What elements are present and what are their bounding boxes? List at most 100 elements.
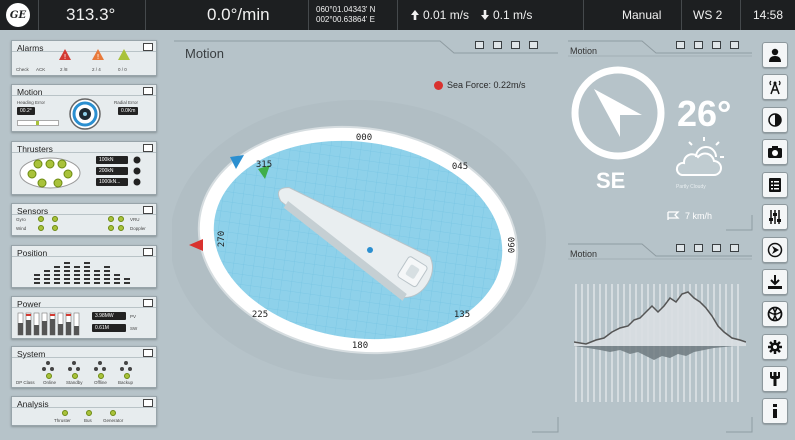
list-icon bbox=[769, 178, 781, 192]
sliders-button[interactable] bbox=[762, 204, 788, 230]
view-window-icon[interactable] bbox=[676, 41, 685, 49]
analysis-panel[interactable]: Analysis Thruster Bus Generator bbox=[11, 396, 157, 426]
panel-menu-icon[interactable] bbox=[143, 43, 153, 51]
view-record-icon[interactable] bbox=[730, 41, 739, 49]
alarms-panel[interactable]: Alarms ! ! Check ACK 2 /8 2 / 4 0 / 0 bbox=[11, 40, 157, 76]
panel-menu-icon[interactable] bbox=[143, 299, 153, 307]
ge-logo: GE bbox=[6, 3, 30, 27]
alarm-warning-icon: ! bbox=[92, 49, 104, 61]
panel-menu-icon[interactable] bbox=[143, 206, 153, 214]
sensor-status-dot bbox=[52, 225, 58, 231]
position-panel[interactable]: Position bbox=[11, 245, 157, 288]
divider bbox=[681, 0, 682, 30]
view-window-icon[interactable] bbox=[676, 244, 685, 252]
thruster-icon bbox=[767, 306, 783, 322]
view-grid-icon[interactable] bbox=[712, 244, 721, 252]
thruster-button[interactable] bbox=[762, 301, 788, 327]
download-icon bbox=[768, 275, 782, 289]
panel-view-controls bbox=[676, 41, 739, 49]
speed-down-readout: 0.1 m/s bbox=[480, 0, 532, 30]
compass-label: 090 bbox=[505, 237, 515, 253]
navigate-button[interactable] bbox=[762, 237, 788, 263]
view-image-icon[interactable] bbox=[694, 244, 703, 252]
radial-error-label: Radial Error bbox=[114, 100, 139, 105]
analysis-label: Bus bbox=[84, 418, 92, 423]
panel-menu-icon[interactable] bbox=[143, 248, 153, 256]
sw-label: SW bbox=[130, 326, 138, 331]
svg-text:!: ! bbox=[64, 53, 67, 61]
tools-button[interactable] bbox=[762, 366, 788, 392]
wrench-icon bbox=[770, 372, 780, 386]
thruster-layout-diagram bbox=[19, 157, 81, 189]
system-label: Online bbox=[43, 380, 57, 385]
sensors-panel[interactable]: Sensors Gyro Wind VRU Doppler bbox=[11, 203, 157, 236]
system-status-dot bbox=[124, 373, 130, 379]
divider bbox=[38, 0, 39, 30]
sensor-label: Doppler bbox=[130, 226, 146, 231]
settings-button[interactable] bbox=[762, 334, 788, 360]
panel-menu-icon[interactable] bbox=[143, 349, 153, 357]
vessel-compass-view[interactable]: 000 045 090 135 180 225 270 315 bbox=[172, 37, 560, 434]
alarm-label: Check bbox=[16, 67, 29, 72]
weather-panel: Motion SE 26° Partly Cloudy 7 km/h bbox=[566, 37, 754, 232]
analysis-status-dot bbox=[62, 410, 68, 416]
sensor-status-dot bbox=[118, 225, 124, 231]
panel-menu-icon[interactable] bbox=[143, 87, 153, 95]
heading-error-label: Heading Error bbox=[17, 100, 46, 105]
position-signal-bars bbox=[34, 262, 130, 284]
compass-label: 180 bbox=[352, 341, 368, 351]
view-grid-icon[interactable] bbox=[712, 41, 721, 49]
radial-error-dial bbox=[69, 98, 101, 130]
camera-icon bbox=[768, 146, 782, 158]
camera-button[interactable] bbox=[762, 139, 788, 165]
view-record-icon[interactable] bbox=[730, 244, 739, 252]
motion-summary-panel[interactable]: Motion Heading Error 00.2° Radial Error … bbox=[11, 84, 157, 132]
panel-view-controls bbox=[676, 244, 739, 252]
list-button[interactable] bbox=[762, 172, 788, 198]
user-button[interactable] bbox=[762, 42, 788, 68]
panel-menu-icon[interactable] bbox=[143, 144, 153, 152]
power-panel[interactable]: Power 3.98MW PV 0.61M SW bbox=[11, 296, 157, 339]
heading-readout: 313.3° bbox=[66, 5, 116, 24]
download-button[interactable] bbox=[762, 269, 788, 295]
top-status-bar: GE 313.3° 0.0°/min 060°01.04343' N 002°0… bbox=[0, 0, 795, 30]
longitude: 002°00.63864' E bbox=[316, 15, 375, 24]
info-icon bbox=[773, 404, 777, 418]
compass-label: 000 bbox=[356, 133, 372, 143]
rate-of-turn-readout: 0.0°/min bbox=[207, 5, 270, 24]
speed-up-readout: 0.01 m/s bbox=[410, 0, 469, 30]
panel-title: Position bbox=[17, 248, 48, 258]
contrast-button[interactable] bbox=[762, 107, 788, 133]
heading-error-value: 00.2° bbox=[17, 107, 35, 115]
wind-flag-icon bbox=[667, 211, 680, 220]
thruster-value: 200kN bbox=[96, 167, 128, 175]
sensor-label: VRU bbox=[130, 217, 140, 222]
sensor-status-dot bbox=[108, 216, 114, 222]
thrusters-panel[interactable]: Thrusters 100kN 200kN 1000kN... bbox=[11, 141, 157, 195]
panel-menu-icon[interactable] bbox=[143, 399, 153, 407]
sensor-status-dot bbox=[38, 225, 44, 231]
compass-label: 225 bbox=[252, 310, 268, 320]
info-button[interactable] bbox=[762, 398, 788, 424]
divider bbox=[397, 0, 398, 30]
motion-waveform-chart bbox=[574, 284, 746, 402]
workstation-selector[interactable]: WS 2 bbox=[693, 0, 722, 30]
partly-cloudy-icon bbox=[675, 137, 724, 176]
arrow-down-icon bbox=[481, 10, 489, 20]
divider bbox=[145, 0, 146, 30]
position-readout: 060°01.04343' N 002°00.63864' E bbox=[316, 0, 375, 30]
panel-title: Alarms bbox=[17, 43, 44, 53]
sensor-label: Gyro bbox=[16, 217, 26, 222]
panel-title: Analysis bbox=[17, 399, 49, 409]
panel-title: Motion bbox=[17, 87, 43, 97]
system-label: Offline bbox=[94, 380, 107, 385]
navigate-icon bbox=[767, 242, 783, 258]
antenna-button[interactable] bbox=[762, 74, 788, 100]
speed-up-value: 0.01 m/s bbox=[423, 8, 470, 22]
mode-selector[interactable]: Manual bbox=[622, 0, 661, 30]
panel-title: System bbox=[17, 349, 46, 359]
motion-chart-panel: Motion bbox=[566, 240, 754, 434]
view-image-icon[interactable] bbox=[694, 41, 703, 49]
sensor-status-dot bbox=[118, 216, 124, 222]
system-panel[interactable]: System DP Class Online Standby Offline B… bbox=[11, 346, 157, 388]
